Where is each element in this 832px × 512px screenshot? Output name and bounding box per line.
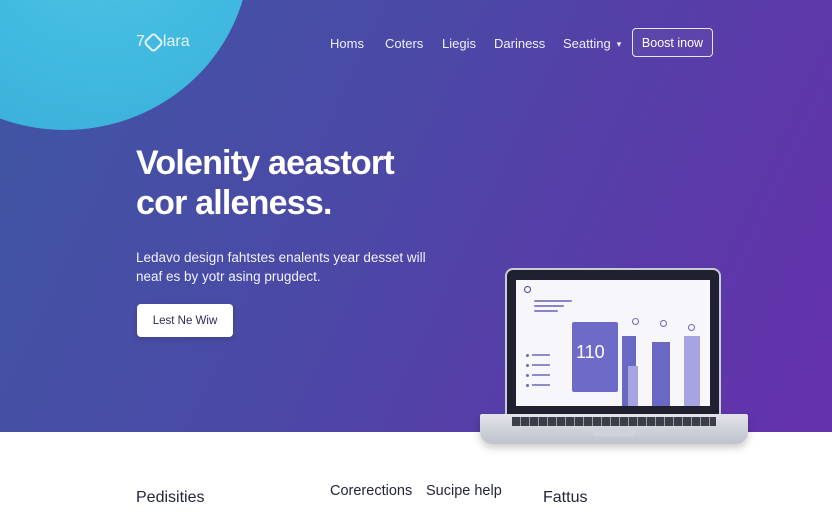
- brand-logo[interactable]: 7 lara: [136, 31, 190, 53]
- nav-item-seatting[interactable]: Seatting ▾: [563, 36, 621, 51]
- chevron-down-icon: ▾: [616, 39, 622, 49]
- list-bullet-icon: [526, 354, 529, 357]
- laptop-screen: 110: [516, 280, 710, 406]
- laptop-trackpad: [593, 429, 635, 436]
- nav-item-seatting-label: Seatting: [563, 36, 611, 51]
- screen-list-item: [532, 384, 550, 386]
- brand-suffix: lara: [162, 33, 190, 50]
- feature-heading-4: Fattus: [543, 489, 588, 506]
- nav-item-homs[interactable]: Homs: [330, 36, 385, 51]
- decorative-blob: [0, 0, 250, 130]
- nav-item-dariness[interactable]: Dariness: [494, 36, 563, 51]
- pin-icon: [688, 324, 695, 331]
- screen-stat-value: 110: [576, 342, 605, 362]
- list-bullet-icon: [526, 364, 529, 367]
- screen-bar: [684, 336, 700, 406]
- feature-heading-3: Sucipe help: [426, 483, 502, 499]
- list-bullet-icon: [526, 374, 529, 377]
- feature-heading-1: Pedisities: [136, 489, 205, 506]
- main-nav: Homs Coters Liegis Dariness Seatting ▾: [330, 36, 621, 51]
- screen-list-item: [532, 374, 550, 376]
- laptop-illustration: 110: [505, 268, 721, 418]
- screen-list-item: [532, 354, 550, 356]
- logo-mark-icon: [142, 31, 165, 53]
- hero-subtext: Ledavo design fahtstes enalents year des…: [136, 250, 426, 284]
- hero-section: 7 lara Homs Coters Liegis Dariness Seatt…: [0, 0, 832, 432]
- list-bullet-icon: [526, 384, 529, 387]
- screen-bar: [628, 366, 638, 406]
- hero-headline: Volenity aeastort cor alleness.: [136, 144, 395, 222]
- pin-icon: [632, 318, 639, 325]
- pin-icon: [660, 320, 667, 327]
- screen-text-line: [534, 300, 572, 302]
- laptop-keyboard: [512, 417, 716, 426]
- screen-bar: [652, 342, 670, 406]
- screen-text-line: [534, 305, 564, 307]
- hero-cta-button[interactable]: Lest Ne Wiw: [137, 304, 233, 337]
- nav-item-coters[interactable]: Coters: [385, 36, 442, 51]
- screen-logo-icon: [524, 286, 531, 293]
- book-now-button[interactable]: Boost inow: [632, 28, 713, 57]
- laptop-base: [480, 414, 748, 444]
- screen-list-item: [532, 364, 550, 366]
- nav-item-liegis[interactable]: Liegis: [442, 36, 494, 51]
- feature-heading-2: Corerections: [330, 483, 413, 499]
- screen-text-line: [534, 310, 558, 312]
